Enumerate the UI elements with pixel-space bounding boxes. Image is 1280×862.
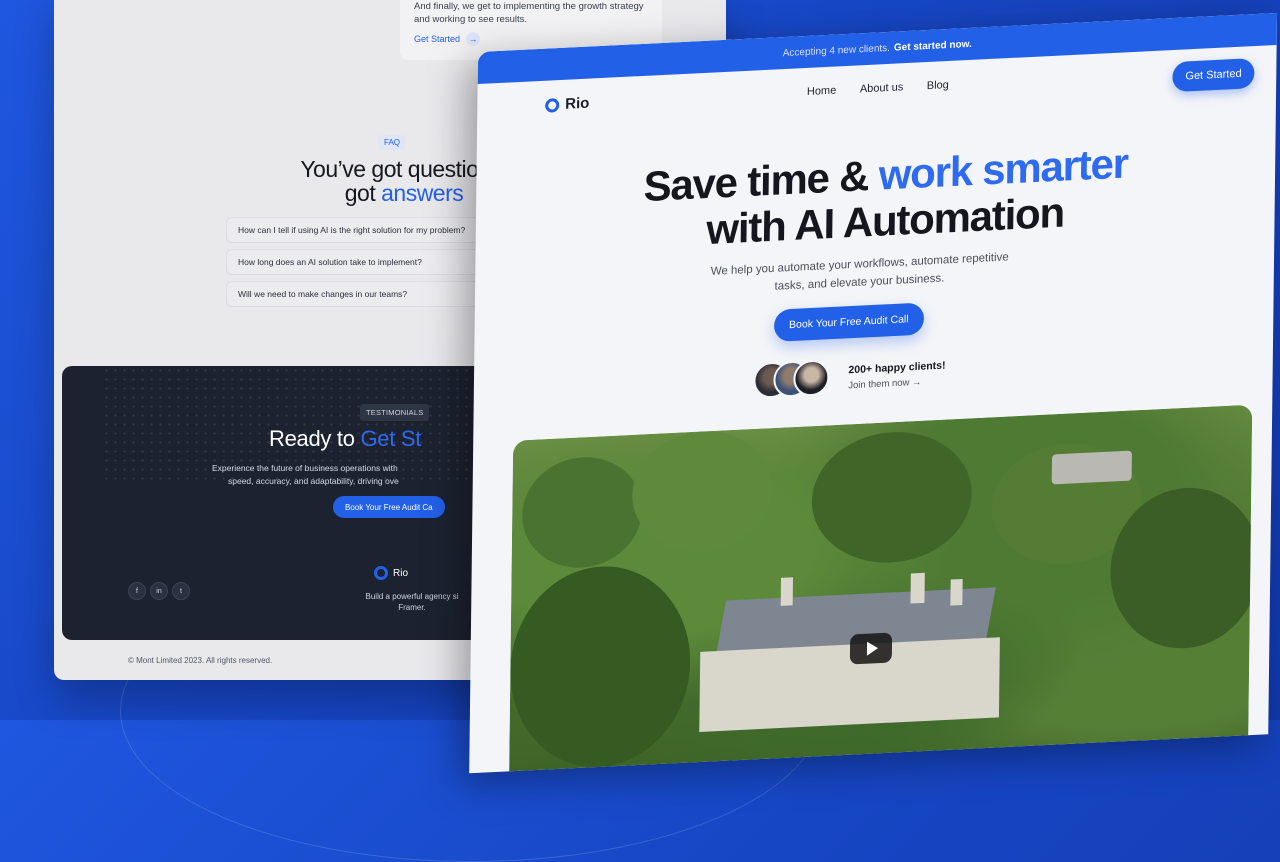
chimney bbox=[780, 577, 794, 606]
hero-subtitle: We help you automate your workflows, aut… bbox=[710, 251, 1009, 293]
nav-home[interactable]: Home bbox=[807, 85, 836, 98]
rio-logo-icon bbox=[545, 97, 560, 113]
tree-canopy bbox=[521, 454, 643, 571]
client-avatars bbox=[753, 359, 843, 403]
hero-title: Save time & work smarter with AI Automat… bbox=[565, 137, 1205, 260]
play-icon[interactable] bbox=[849, 632, 893, 665]
nav-blog[interactable]: Blog bbox=[927, 79, 949, 92]
front-page-layer: Accepting 4 new clients. Get started now… bbox=[0, 0, 1280, 774]
announcement-link[interactable]: Get started now. bbox=[894, 38, 972, 53]
play-triangle bbox=[866, 641, 879, 656]
tree-canopy bbox=[631, 428, 773, 556]
nav-about-us[interactable]: About us bbox=[860, 81, 904, 95]
hero-video-thumbnail[interactable] bbox=[508, 404, 1253, 774]
tree-canopy bbox=[811, 428, 973, 567]
avatar bbox=[793, 359, 830, 398]
header-get-started-button[interactable]: Get Started bbox=[1172, 58, 1255, 93]
announcement-text: Accepting 4 new clients. bbox=[782, 42, 891, 59]
announcement-bar[interactable]: Accepting 4 new clients. Get started now… bbox=[477, 12, 1278, 85]
distant-house bbox=[1051, 450, 1132, 485]
book-audit-call-button[interactable]: Book Your Free Audit Call bbox=[773, 302, 924, 342]
front-page-screenshot: Accepting 4 new clients. Get started now… bbox=[469, 12, 1278, 774]
chimney bbox=[910, 572, 925, 604]
happy-clients-text: 200+ happy clients! bbox=[848, 359, 946, 377]
brand-name: Rio bbox=[565, 94, 590, 113]
header-logo[interactable]: Rio bbox=[545, 95, 589, 114]
chimney bbox=[950, 578, 963, 606]
join-now-link[interactable]: Join them now → bbox=[848, 377, 921, 392]
tree-canopy bbox=[509, 562, 692, 772]
